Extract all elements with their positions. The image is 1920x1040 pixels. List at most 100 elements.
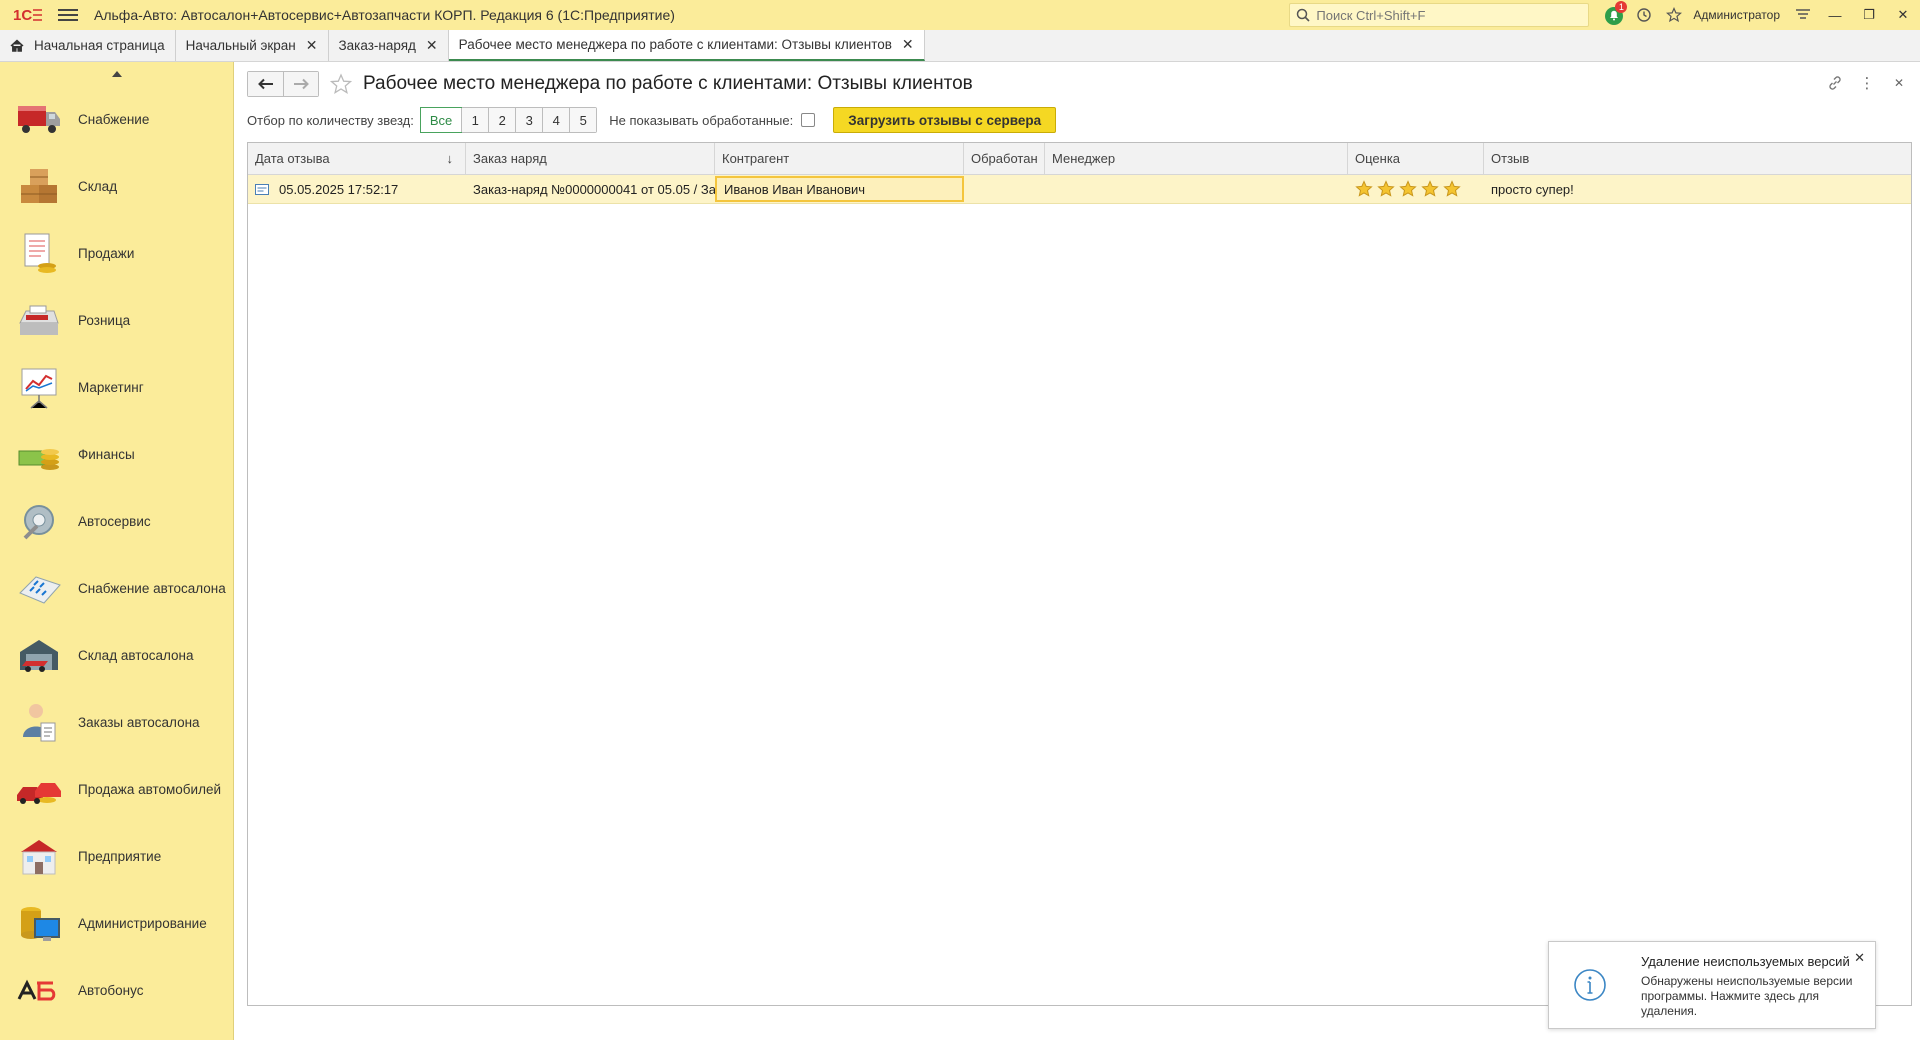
cell-review[interactable]: просто супер! (1484, 175, 1911, 203)
minimize-icon: — (1828, 7, 1842, 23)
red-cars-icon (14, 766, 64, 814)
sidebar-item-autoservice[interactable]: Автосервис (0, 488, 233, 555)
sidebar-item-autobonus[interactable]: Автобонус (0, 957, 233, 1024)
hide-processed-checkbox[interactable] (801, 113, 816, 127)
sidebar-item-label: Автосервис (78, 514, 151, 529)
column-header-processed[interactable]: Обработан (964, 143, 1045, 174)
rating-star-icon (1421, 180, 1439, 197)
building-icon (14, 833, 64, 881)
cell-date[interactable]: 05.05.2025 17:52:17 (248, 175, 466, 203)
filter-option-5[interactable]: 5 (569, 108, 597, 132)
close-form-button[interactable]: ✕ (1888, 72, 1910, 94)
main-menu-icon[interactable] (58, 9, 78, 21)
gear-wrench-icon (14, 498, 64, 546)
sidebar-item-dealer-supply[interactable]: Снабжение автосалона (0, 555, 233, 622)
sidebar-item-label: Предприятие (78, 849, 162, 864)
close-window-button[interactable]: ✕ (1886, 0, 1920, 30)
column-header-manager[interactable]: Менеджер (1045, 143, 1348, 174)
filter-option-3[interactable]: 3 (515, 108, 543, 132)
filter-option-1[interactable]: 1 (461, 108, 489, 132)
column-header-date[interactable]: Дата отзыва ↓ (248, 143, 466, 174)
close-icon[interactable]: ✕ (426, 37, 438, 54)
close-icon[interactable]: ✕ (902, 36, 914, 53)
sidebar-item-administration[interactable]: Администрирование (0, 890, 233, 957)
sections-panel: Снабжение Склад Продажи Розница Маркетин… (0, 62, 234, 1040)
svg-text:1С: 1С (13, 7, 32, 23)
1c-logo-icon[interactable]: 1С (8, 0, 48, 30)
add-to-favorites-button[interactable] (329, 72, 353, 96)
column-header-counterparty[interactable]: Контрагент (715, 143, 964, 174)
star-outline-icon (1666, 7, 1683, 23)
sidebar-item-supply[interactable]: Снабжение (0, 86, 233, 153)
notification-text[interactable]: Обнаружены неиспользуемые версии програм… (1641, 974, 1861, 1019)
sidebar-item-car-sales[interactable]: Продажа автомобилей (0, 756, 233, 823)
tab-start-screen[interactable]: Начальный экран ✕ (175, 30, 329, 61)
sidebar-item-label: Маркетинг (78, 380, 144, 395)
sort-descending-icon: ↓ (446, 151, 454, 166)
restore-button[interactable]: ❐ (1852, 0, 1886, 30)
column-header-review[interactable]: Отзыв (1484, 143, 1911, 174)
current-user[interactable]: Администратор (1693, 8, 1780, 22)
reviews-table[interactable]: Дата отзыва ↓ Заказ наряд Контрагент Обр… (247, 142, 1912, 1006)
sidebar-item-enterprise[interactable]: Предприятие (0, 823, 233, 890)
table-row[interactable]: 05.05.2025 17:52:17 Заказ-наряд №0000000… (248, 175, 1911, 204)
cell-processed[interactable] (964, 175, 1045, 203)
history-button[interactable] (1629, 0, 1659, 30)
form-area: Рабочее место менеджера по работе с клие… (235, 62, 1920, 1040)
chart-board-icon (14, 364, 64, 412)
stars-filter-label: Отбор по количеству звезд: (247, 112, 414, 128)
hide-processed-label: Не показывать обработанные: (609, 112, 794, 128)
sidebar-item-warehouse[interactable]: Склад (0, 153, 233, 220)
tab-label: Начальная страница (34, 38, 165, 53)
computer-database-icon (14, 900, 64, 948)
column-header-rating[interactable]: Оценка (1348, 143, 1484, 174)
settings-menu-button[interactable] (1788, 0, 1818, 30)
link-button[interactable] (1824, 72, 1846, 94)
sidebar-item-label: Заказы автосалона (78, 715, 200, 730)
favorites-button[interactable] (1659, 0, 1689, 30)
global-search[interactable] (1289, 3, 1590, 27)
open-windows-tabs: Начальная страница Начальный экран ✕ Зак… (0, 30, 1920, 62)
person-document-icon (14, 699, 64, 747)
column-header-order[interactable]: Заказ наряд (466, 143, 715, 174)
restore-icon: ❐ (1863, 7, 1875, 22)
invoice-coins-icon (14, 230, 64, 278)
filter-lines-icon (1796, 9, 1810, 19)
close-icon[interactable]: ✕ (1854, 950, 1865, 966)
sidebar-item-dealer-warehouse[interactable]: Склад автосалона (0, 622, 233, 689)
tab-work-order[interactable]: Заказ-наряд ✕ (328, 30, 449, 61)
back-button[interactable] (248, 72, 283, 96)
forward-button[interactable] (283, 72, 318, 96)
tab-home[interactable]: Начальная страница (0, 30, 176, 61)
cell-manager[interactable] (1045, 175, 1348, 203)
sidebar-item-sales[interactable]: Продажи (0, 220, 233, 287)
cell-rating[interactable] (1348, 175, 1484, 203)
minimize-button[interactable]: — (1818, 0, 1852, 30)
filter-option-2[interactable]: 2 (488, 108, 516, 132)
tab-customer-reviews[interactable]: Рабочее место менеджера по работе с клие… (448, 30, 925, 61)
cell-order[interactable]: Заказ-наряд №0000000041 от 05.05 / Закры… (466, 175, 715, 203)
home-icon (10, 39, 24, 52)
rating-star-icon (1355, 180, 1373, 197)
sidebar-item-marketing[interactable]: Маркетинг (0, 354, 233, 421)
star-outline-icon (330, 73, 352, 94)
stars-filter-selector: Все 1 2 3 4 5 (419, 107, 598, 133)
filter-option-all[interactable]: Все (419, 107, 463, 133)
table-header: Дата отзыва ↓ Заказ наряд Контрагент Обр… (248, 143, 1911, 175)
sidebar-item-dealer-orders[interactable]: Заказы автосалона (0, 689, 233, 756)
scroll-up-button[interactable] (0, 62, 233, 86)
close-icon[interactable]: ✕ (306, 37, 318, 54)
notification-popup[interactable]: Удаление неиспользуемых версий Обнаружен… (1548, 941, 1876, 1029)
garage-icon (14, 632, 64, 680)
more-actions-button[interactable]: ⋮ (1856, 72, 1878, 94)
tab-label: Рабочее место менеджера по работе с клие… (458, 37, 892, 52)
filter-option-4[interactable]: 4 (542, 108, 570, 132)
load-reviews-button[interactable]: Загрузить отзывы с сервера (833, 107, 1057, 133)
search-input[interactable] (1316, 7, 1577, 23)
sidebar-item-retail[interactable]: Розница (0, 287, 233, 354)
cell-counterparty[interactable]: Иванов Иван Иванович (715, 176, 964, 202)
sidebar-item-label: Автобонус (78, 983, 144, 998)
notifications-button[interactable]: 1 (1599, 0, 1629, 30)
close-icon: ✕ (1897, 7, 1909, 22)
sidebar-item-finance[interactable]: Финансы (0, 421, 233, 488)
